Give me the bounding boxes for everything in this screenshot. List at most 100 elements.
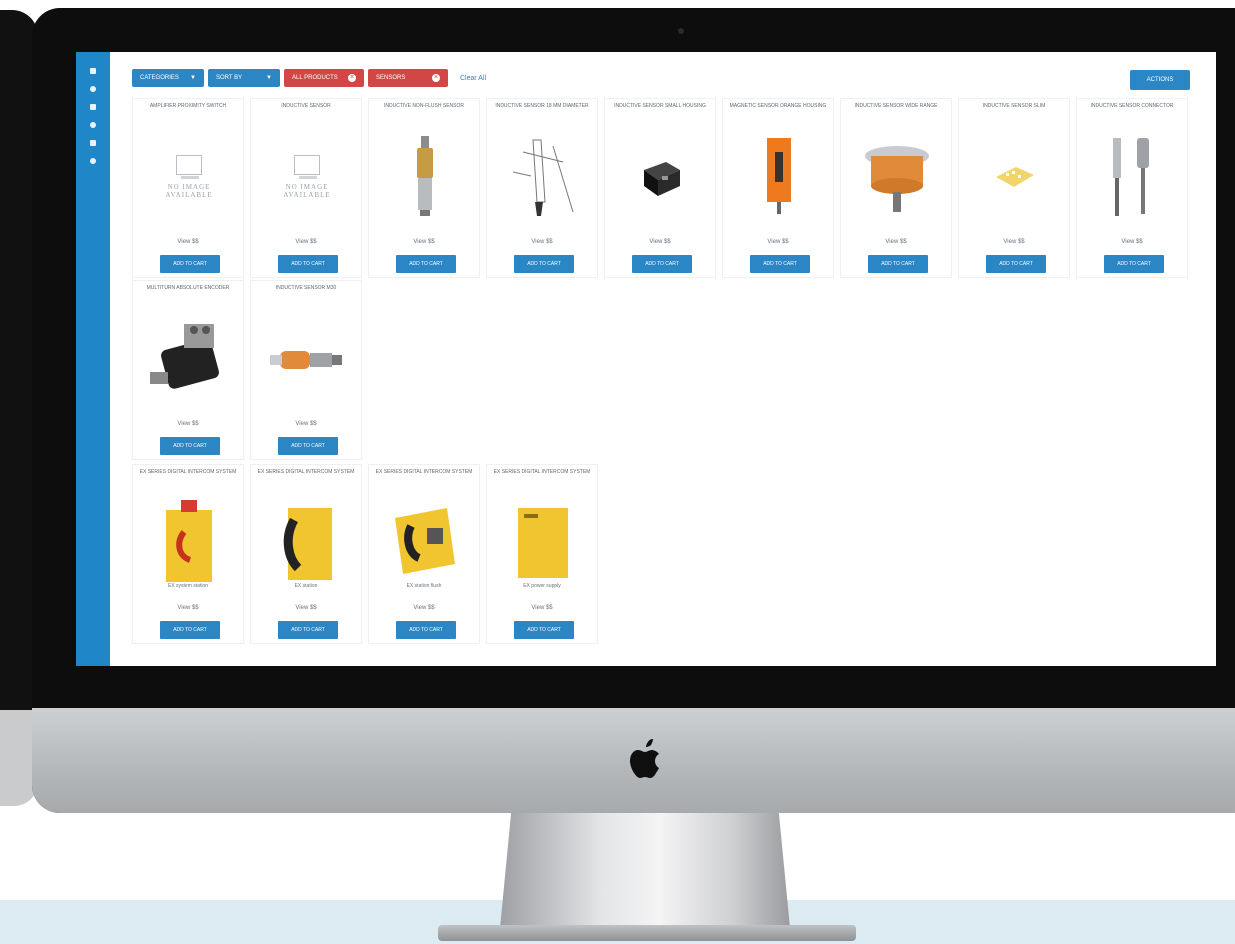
product-image[interactable] [261,309,353,409]
sidebar-rail [76,52,110,666]
product-card[interactable]: INDUCTIVE NON-FLUSH SENSOR View $$ ADD TO … [368,98,480,278]
actions-button[interactable]: ACTIONS [1130,70,1190,90]
app-screen: CATEGORIES ▼ SORT BY ▼ ALL PRODUCTS × SE… [76,52,1216,666]
no-image-icon: NO IMAGE AVAILABLE [165,155,212,199]
product-price: View $$ [177,421,199,427]
filter-dropdown[interactable]: SORT BY ▼ [208,69,280,87]
product-caption: EX station [294,583,318,589]
cart-icon[interactable] [90,122,96,128]
product-price: View $$ [177,239,199,245]
product-image[interactable] [497,493,589,593]
active-filter-chip[interactable]: SENSORS × [368,69,448,87]
add-to-cart-button[interactable]: ADD TO CART [986,255,1046,273]
product-image[interactable]: NO IMAGE AVAILABLE [143,127,235,227]
add-to-cart-button[interactable]: ADD TO CART [632,255,692,273]
product-image[interactable] [143,493,235,593]
add-to-cart-button[interactable]: ADD TO CART [514,621,574,639]
clear-filters-link[interactable]: Clear All [460,75,486,82]
chevron-down-icon: ▼ [266,75,272,81]
product-image[interactable] [851,127,943,227]
active-filter-chip[interactable]: ALL PRODUCTS × [284,69,364,87]
user-icon[interactable] [90,86,96,92]
product-title: MULTITURN ABSOLUTE ENCODER [146,285,230,291]
filter-label: ALL PRODUCTS [292,75,338,81]
product-price: View $$ [413,239,435,245]
add-to-cart-button[interactable]: ADD TO CART [160,255,220,273]
product-card[interactable]: INDUCTIVE SENSOR NO IMAGE AVAILABLE View $$… [250,98,362,278]
filter-dropdown[interactable]: CATEGORIES ▼ [132,69,204,87]
monitor-stand-base [438,925,856,941]
filter-label: SENSORS [376,75,406,81]
add-to-cart-button[interactable]: ADD TO CART [278,621,338,639]
product-image[interactable] [733,127,825,227]
add-to-cart-button[interactable]: ADD TO CART [514,255,574,273]
product-title: EX SERIES DIGITAL INTERCOM SYSTEM [257,469,355,475]
webcam [678,28,684,34]
product-card[interactable]: AMPLIFIER PROXIMITY SWITCH NO IMAGE AVAILA… [132,98,244,278]
product-card[interactable]: EX SERIES DIGITAL INTERCOM SYSTEM EX syst… [132,464,244,644]
product-card[interactable]: INDUCTIVE SENSOR SMALL HOUSING View $$ ADD… [604,98,716,278]
product-card[interactable]: EX SERIES DIGITAL INTERCOM SYSTEM EX stat… [250,464,362,644]
product-card[interactable]: INDUCTIVE SENSOR CONNECTOR View $$ ADD TO … [1076,98,1188,278]
product-image[interactable] [143,309,235,409]
product-caption: EX power supply [523,583,561,589]
product-caption: EX system station [167,583,208,589]
apple-logo-icon [630,739,659,778]
add-to-cart-button[interactable]: ADD TO CART [278,437,338,455]
product-price: View $$ [295,605,317,611]
product-title: INDUCTIVE SENSOR WIDE RANGE [854,103,938,109]
product-image[interactable] [261,493,353,593]
product-title: EX SERIES DIGITAL INTERCOM SYSTEM [493,469,591,475]
product-price: View $$ [1121,239,1143,245]
product-title: INDUCTIVE SENSOR [281,103,331,109]
filter-toolbar: CATEGORIES ▼ SORT BY ▼ ALL PRODUCTS × SE… [132,68,486,88]
add-to-cart-button[interactable]: ADD TO CART [750,255,810,273]
product-price: View $$ [649,239,671,245]
add-to-cart-button[interactable]: ADD TO CART [160,621,220,639]
product-title: INDUCTIVE SENSOR SLIM [982,103,1046,109]
product-image[interactable]: NO IMAGE AVAILABLE [261,127,353,227]
home-icon[interactable] [90,68,96,74]
close-icon[interactable]: × [432,74,440,82]
filter-label: SORT BY [216,75,243,81]
product-title: INDUCTIVE SENSOR M30 [275,285,337,291]
product-image[interactable] [497,127,589,227]
product-card[interactable]: MULTITURN ABSOLUTE ENCODER View $$ ADD TO … [132,280,244,460]
monitor-stand [500,808,790,928]
product-title: EX SERIES DIGITAL INTERCOM SYSTEM [375,469,473,475]
product-image[interactable] [379,127,471,227]
close-icon[interactable]: × [348,74,356,82]
add-to-cart-button[interactable]: ADD TO CART [1104,255,1164,273]
product-image[interactable] [379,493,471,593]
product-title: INDUCTIVE SENSOR SMALL HOUSING [614,103,706,109]
imac-monitor: CATEGORIES ▼ SORT BY ▼ ALL PRODUCTS × SE… [32,8,1235,813]
product-card[interactable]: EX SERIES DIGITAL INTERCOM SYSTEM EX powe… [486,464,598,644]
product-price: View $$ [295,421,317,427]
add-to-cart-button[interactable]: ADD TO CART [868,255,928,273]
product-card[interactable]: INDUCTIVE SENSOR 18 MM DIAMETER View $$ AD… [486,98,598,278]
add-to-cart-button[interactable]: ADD TO CART [396,621,456,639]
product-price: View $$ [531,239,553,245]
product-price: View $$ [531,605,553,611]
product-title: EX SERIES DIGITAL INTERCOM SYSTEM [139,469,237,475]
list-icon[interactable] [90,104,96,110]
add-to-cart-button[interactable]: ADD TO CART [278,255,338,273]
product-price: View $$ [1003,239,1025,245]
product-card[interactable]: INDUCTIVE SENSOR WIDE RANGE View $$ ADD TO… [840,98,952,278]
product-title: AMPLIFIER PROXIMITY SWITCH [149,103,227,109]
add-to-cart-button[interactable]: ADD TO CART [160,437,220,455]
settings-icon[interactable] [90,158,96,164]
product-image[interactable] [615,127,707,227]
chart-icon[interactable] [90,140,96,146]
product-image[interactable] [969,127,1061,227]
product-card[interactable]: EX SERIES DIGITAL INTERCOM SYSTEM EX stat… [368,464,480,644]
product-title: INDUCTIVE SENSOR CONNECTOR [1090,103,1174,109]
product-card[interactable]: INDUCTIVE SENSOR SLIM View $$ ADD TO CART [958,98,1070,278]
product-card[interactable]: MAGNETIC SENSOR ORANGE HOUSING View $$ ADD… [722,98,834,278]
product-price: View $$ [885,239,907,245]
product-card[interactable]: INDUCTIVE SENSOR M30 View $$ ADD TO CART [250,280,362,460]
add-to-cart-button[interactable]: ADD TO CART [396,255,456,273]
product-price: View $$ [295,239,317,245]
product-price: View $$ [413,605,435,611]
product-image[interactable] [1087,127,1179,227]
